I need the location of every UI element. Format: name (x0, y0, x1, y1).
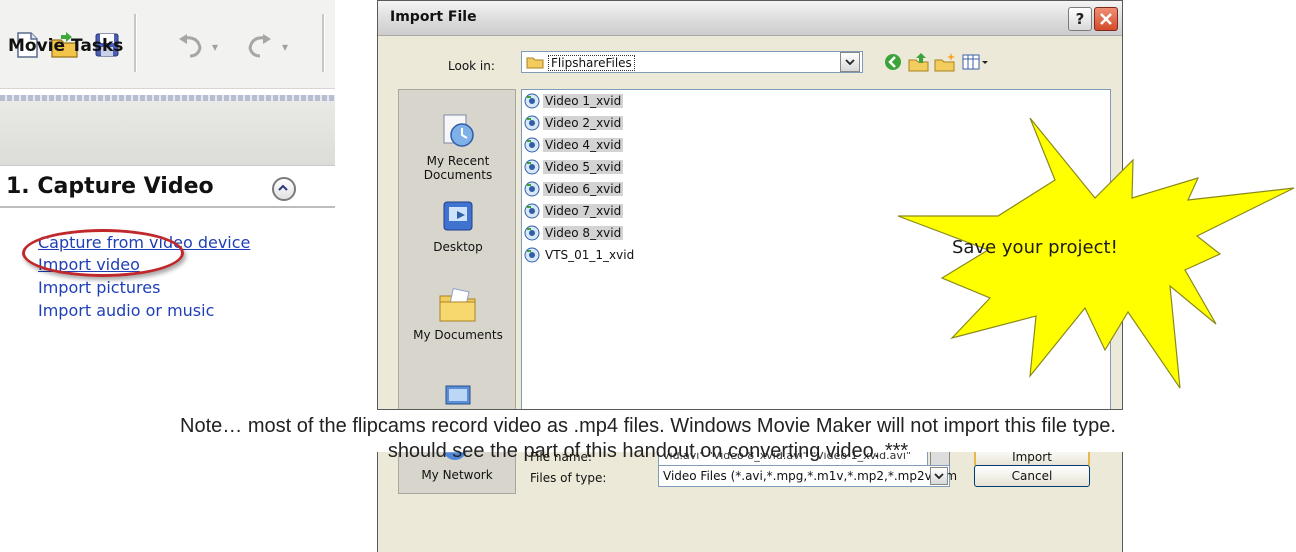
view-menu-button[interactable] (962, 52, 988, 76)
new-folder-icon (934, 53, 955, 72)
file-row[interactable]: Video 1_xvid (524, 92, 624, 110)
movie-tasks-header (0, 101, 335, 166)
place-recent-label: My Recent Documents (423, 154, 493, 182)
redo-dropdown-icon[interactable]: ▾ (282, 40, 288, 54)
capture-video-section-title[interactable]: 1. Capture Video (6, 174, 214, 199)
file-row[interactable]: Video 4_xvid (524, 136, 624, 154)
files-of-type-dropdown-button[interactable] (930, 467, 948, 485)
place-network-label: My Network (421, 468, 493, 482)
files-of-type-label: Files of type: (530, 471, 607, 485)
movie-tasks-title: Movie Tasks (8, 36, 124, 56)
place-desktop-label: Desktop (433, 240, 483, 254)
movie-maker-panel: ▾ ▾ Movie Tasks 1. Capture Video Capture… (0, 0, 335, 341)
new-folder-button[interactable] (934, 52, 956, 76)
file-name: Video 4_xvid (543, 138, 624, 152)
dialog-title: Import File (390, 9, 477, 25)
place-recent-documents[interactable]: My Recent Documents (399, 112, 517, 182)
recent-documents-icon (443, 114, 474, 147)
place-my-computer[interactable] (399, 382, 517, 409)
note-line-2: should see the part of this handout on c… (387, 440, 909, 462)
file-name: Video 5_xvid (543, 160, 624, 174)
my-documents-icon (439, 287, 476, 322)
chevron-down-icon (845, 59, 855, 65)
video-file-icon (524, 203, 540, 219)
highlight-oval (22, 229, 184, 277)
cancel-button[interactable]: Cancel (974, 465, 1090, 487)
close-icon (1100, 13, 1112, 25)
file-row[interactable]: Video 7_xvid (524, 202, 624, 220)
file-row[interactable]: Video 8_xvid (524, 224, 624, 242)
place-desktop[interactable]: Desktop (399, 198, 517, 254)
file-name: Video 7_xvid (543, 204, 624, 218)
look-in-select[interactable]: FlipshareFiles (521, 51, 863, 73)
back-icon (885, 54, 901, 70)
file-row[interactable]: Video 5_xvid (524, 158, 624, 176)
file-row[interactable]: VTS_01_1_xvid (524, 246, 636, 264)
note-line-1: Note… most of the flipcams record video … (180, 415, 1116, 437)
place-my-documents[interactable]: My Documents (399, 286, 517, 342)
file-name: Video 1_xvid (543, 94, 624, 108)
back-button[interactable] (883, 52, 903, 76)
file-name: Video 6_xvid (543, 182, 624, 196)
place-documents-label: My Documents (413, 328, 503, 342)
help-button[interactable]: ? (1068, 7, 1092, 31)
up-folder-button[interactable] (908, 52, 930, 76)
file-row[interactable]: Video 2_xvid (524, 114, 624, 132)
video-file-icon (524, 93, 540, 109)
files-of-type-value: Video Files (*.avi,*.mpg,*.m1v,*.mp2,*.m… (663, 469, 958, 483)
look-in-dropdown-button[interactable] (840, 52, 860, 72)
video-file-icon (524, 181, 540, 197)
desktop-icon (443, 201, 473, 231)
collapse-section-button[interactable] (272, 177, 296, 201)
import-file-dialog-bottom: My Network File name: vid.avi" "Video 8_… (377, 452, 1123, 552)
my-computer-icon (445, 385, 471, 405)
dialog-titlebar[interactable]: Import File ? (378, 1, 1122, 36)
look-in-label: Look in: (448, 59, 495, 73)
view-menu-icon (962, 54, 988, 70)
files-of-type-select[interactable]: Video Files (*.avi,*.mpg,*.m1v,*.mp2,*.m… (658, 465, 957, 487)
close-button[interactable] (1094, 7, 1118, 31)
look-in-value: FlipshareFiles (548, 55, 635, 71)
save-project-callout-text: Save your project! (952, 237, 1118, 258)
file-name: Video 2_xvid (543, 116, 624, 130)
video-file-icon (524, 159, 540, 175)
file-row[interactable]: Video 6_xvid (524, 180, 624, 198)
import-pictures-link[interactable]: Import pictures (38, 278, 160, 297)
chevron-down-icon (934, 473, 944, 479)
undo-dropdown-icon[interactable]: ▾ (212, 40, 218, 54)
import-audio-link[interactable]: Import audio or music (38, 301, 214, 320)
redo-icon[interactable] (244, 30, 274, 60)
file-name: Video 8_xvid (543, 226, 624, 240)
video-file-icon (524, 115, 540, 131)
folder-icon (526, 57, 544, 69)
video-file-icon (524, 247, 540, 263)
up-folder-icon (908, 53, 929, 72)
section-divider (0, 206, 335, 208)
places-bar: My Recent Documents Desktop My Documents (398, 89, 517, 409)
video-file-icon (524, 137, 540, 153)
video-file-icon (524, 225, 540, 241)
undo-icon[interactable] (176, 30, 206, 60)
file-name: VTS_01_1_xvid (545, 248, 635, 262)
chevron-up-icon (278, 184, 288, 191)
